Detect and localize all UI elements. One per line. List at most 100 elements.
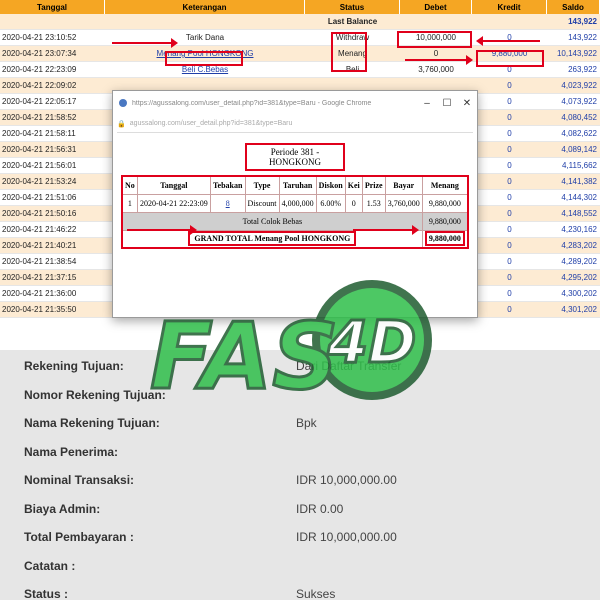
row-saldo: 4,289,202: [561, 257, 597, 266]
row-kredit: 9,880,000: [491, 49, 528, 58]
arrow-left-icon: [476, 36, 540, 46]
row-saldo: 4,301,202: [561, 305, 597, 314]
row-debet: 3,760,000: [418, 65, 454, 74]
row-date: 2020-04-21 21:36:00: [2, 289, 77, 298]
row-kredit: 0: [507, 257, 512, 266]
row-date: 2020-04-21 23:07:34: [2, 49, 77, 58]
detail-label: Nominal Transaksi:: [24, 473, 135, 487]
maximize-icon[interactable]: ☐: [437, 98, 457, 109]
detail-value: Sukses: [296, 587, 336, 600]
arrow-right-icon: [127, 225, 197, 235]
bet-detail-table: No Tanggal Tebakan Type Taruhan Diskon K…: [121, 175, 469, 249]
fas4d-logo-icon: 4D FAS: [149, 280, 432, 412]
detail-row: Nama Penerima:: [24, 442, 584, 462]
popup-content: Periode 381 - HONGKONG No Tanggal Tebaka…: [113, 133, 477, 249]
svg-text:FAS: FAS: [150, 303, 338, 410]
row-saldo: 4,023,922: [561, 81, 597, 90]
total-label: Total Colok Bebas: [121, 211, 423, 231]
row-date: 2020-04-21 21:38:54: [2, 257, 77, 266]
table-header-row: No Tanggal Tebakan Type Taruhan Diskon K…: [121, 175, 469, 195]
detail-label: Biaya Admin:: [24, 501, 101, 516]
arrow-right-icon: [405, 55, 473, 65]
col-kei: Kei: [344, 175, 363, 195]
detail-label: Catatan :: [24, 558, 76, 573]
row-saldo: 10,143,922: [556, 49, 597, 58]
row-kredit: 0: [507, 81, 512, 90]
row-date: 2020-04-21 21:56:31: [2, 145, 77, 154]
col-type: Type: [244, 175, 280, 195]
row-date: 2020-04-21 21:46:22: [2, 225, 77, 234]
row-date: 2020-04-21 21:58:11: [2, 129, 76, 138]
row-kredit: 0: [507, 209, 512, 218]
close-icon[interactable]: ✕: [457, 98, 477, 109]
row-debet: 10,000,000: [415, 33, 457, 42]
row-kredit: 0: [507, 113, 512, 122]
last-balance-saldo: 143,922: [568, 17, 597, 26]
tebakan-link[interactable]: 8: [209, 193, 246, 213]
row-kredit: 0: [507, 33, 512, 42]
row-date: 2020-04-21 21:50:16: [2, 209, 77, 218]
table-row: 1 2020-04-21 22:23:09 8 Discount 4,000,0…: [121, 193, 469, 213]
table-row: 2020-04-21 23:10:52 Tarik Dana Withdraw 10,…: [0, 30, 600, 46]
row-date: 2020-04-21 22:23:09: [2, 65, 77, 74]
popup-titlebar[interactable]: https://agussalong.com/user_detail.php?i…: [113, 91, 477, 115]
row-saldo: 4,089,142: [561, 145, 597, 154]
header-keterangan: Keterangan: [105, 0, 305, 14]
col-taruhan: Taruhan: [278, 175, 317, 195]
row-date: 2020-04-21 21:58:52: [2, 113, 77, 122]
last-balance-label: Last Balance: [327, 17, 378, 26]
row-saldo: 4,295,202: [561, 273, 597, 282]
arrow-right-icon: [112, 38, 178, 48]
row-kredit: 0: [507, 241, 512, 250]
row-date: 2020-04-21 21:51:06: [2, 193, 77, 202]
row-status: Beli: [345, 65, 360, 74]
row-keterangan[interactable]: Menang Pool HONGKONG: [105, 46, 305, 61]
header-kredit: Kredit: [472, 0, 547, 14]
header-saldo: Saldo: [547, 0, 600, 14]
row-date: 2020-04-21 22:05:17: [2, 97, 77, 106]
row-kredit: 0: [507, 273, 512, 282]
row-kredit: 0: [507, 161, 512, 170]
detail-row: Biaya Admin: IDR 0.00: [24, 499, 584, 519]
row-kredit: 0: [507, 305, 512, 314]
lock-icon: 🔒: [117, 120, 126, 128]
grand-total-value: 9,880,000: [424, 231, 465, 247]
header-tanggal: Tanggal: [0, 0, 105, 14]
arrow-right-icon: [353, 225, 419, 235]
header-status: Status: [305, 0, 400, 14]
row-keterangan[interactable]: Beli C.Bebas: [105, 62, 305, 77]
row-saldo: 4,073,922: [561, 97, 597, 106]
row-date: 2020-04-21 21:40:21: [2, 241, 77, 250]
popup-address: agussalong.com/user_detail.php?id=381&ty…: [129, 120, 293, 127]
col-prize: Prize: [361, 175, 386, 195]
col-no: No: [121, 175, 138, 195]
detail-value: IDR 0.00: [296, 501, 344, 516]
row-status: Withdraw: [335, 33, 370, 42]
row-kredit: 0: [507, 193, 512, 202]
col-diskon: Diskon: [315, 175, 346, 195]
keterangan-link[interactable]: Menang Pool HONGKONG: [157, 49, 254, 58]
row-kredit: 0: [507, 225, 512, 234]
popup-address-bar[interactable]: 🔒 agussalong.com/user_detail.php?id=381&…: [117, 115, 473, 133]
col-tebakan: Tebakan: [209, 175, 246, 195]
row-saldo: 4,115,662: [562, 161, 597, 170]
col-bayar: Bayar: [384, 175, 423, 195]
row-kredit: 0: [507, 145, 512, 154]
col-menang: Menang: [421, 175, 469, 195]
row-saldo: 4,141,382: [561, 177, 597, 186]
row-kredit: 0: [507, 65, 512, 74]
row-kredit: 0: [507, 177, 512, 186]
detail-row: Nominal Transaksi: IDR 10,000,000.00: [24, 470, 584, 490]
detail-row: Total Pembayaran : IDR 10,000,000.00: [24, 527, 584, 547]
ledger-header: Tanggal Keterangan Status Debet Kredit S…: [0, 0, 600, 14]
row-saldo: 143,922: [568, 33, 597, 42]
row-date: 2020-04-21 23:10:52: [2, 33, 77, 42]
row-status: Menang: [338, 49, 367, 58]
col-tanggal: Tanggal: [136, 175, 211, 195]
keterangan-link[interactable]: Beli C.Bebas: [182, 65, 228, 74]
table-row: 2020-04-21 22:23:09 Beli C.Bebas Beli 3,760…: [0, 62, 600, 78]
last-balance-row: Last Balance 143,922: [0, 14, 600, 30]
row-date: 2020-04-21 21:37:15: [2, 273, 77, 282]
row-saldo: 4,144,302: [561, 193, 597, 202]
minimize-icon[interactable]: –: [417, 98, 437, 109]
